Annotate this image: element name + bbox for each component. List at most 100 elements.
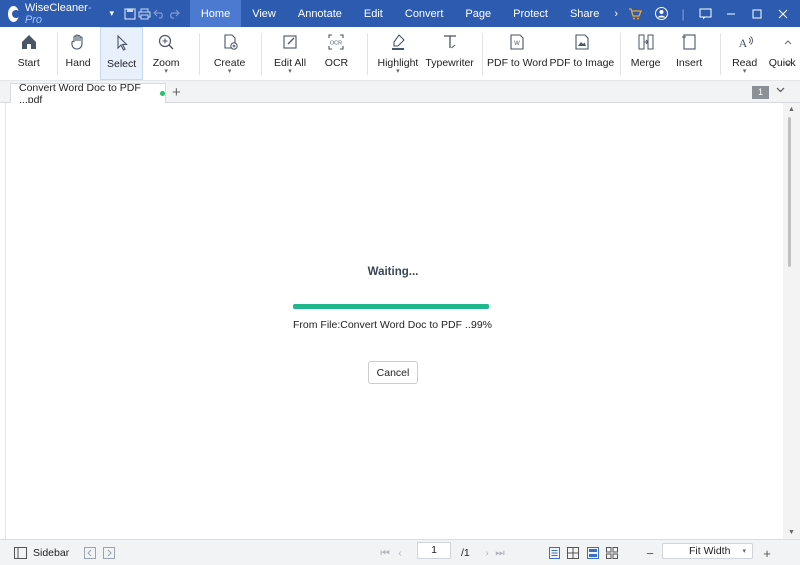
pdf-to-image-icon (571, 31, 593, 53)
next-view-icon[interactable] (102, 545, 116, 561)
sidebar-icon[interactable] (13, 545, 27, 561)
window-controls: | (622, 0, 800, 27)
minimize-icon[interactable] (718, 0, 744, 27)
start-label: Start (17, 57, 40, 69)
insert-label: Insert (676, 57, 703, 69)
ocr-button[interactable]: OCR OCR (316, 27, 358, 80)
first-page-icon[interactable]: ⏮ (379, 545, 391, 561)
read-button[interactable]: A Read ▾ (725, 27, 765, 80)
title-bar: WiseCleaner-Pro ▾ Home View Annotate Edi… (0, 0, 800, 27)
pdf-to-image-label: PDF to Image (549, 57, 615, 69)
ocr-label: OCR (324, 57, 349, 69)
ribbon-separator (261, 33, 263, 75)
maximize-icon[interactable] (744, 0, 770, 27)
highlight-dropdown-icon: ▾ (396, 68, 400, 75)
close-icon[interactable] (770, 0, 796, 27)
app-menu-dropdown[interactable]: ▾ (110, 8, 115, 19)
page-number-input[interactable]: 1 (417, 542, 451, 559)
highlight-button[interactable]: Highlight ▾ (372, 27, 423, 80)
feedback-icon[interactable] (692, 0, 718, 27)
ocr-icon: OCR (325, 31, 347, 53)
ribbon-separator (481, 33, 483, 75)
next-page-icon[interactable]: › (482, 545, 492, 561)
app-name: WiseCleaner-Pro (25, 2, 92, 26)
previous-page-icon[interactable]: ‹ (395, 545, 405, 561)
edit-icon (279, 31, 301, 53)
menu-annotate[interactable]: Annotate (287, 0, 353, 27)
progress-percent: 99% (471, 319, 493, 331)
svg-text:OCR: OCR (330, 41, 342, 47)
new-tab-button[interactable]: + (172, 84, 181, 101)
start-button[interactable]: Start (0, 27, 57, 80)
document-tab[interactable]: Convert Word Doc to PDF ...pdf (10, 82, 166, 106)
menu-page[interactable]: Page (454, 0, 502, 27)
pdf-to-word-icon: W (506, 31, 528, 53)
typewriter-button[interactable]: Typewriter (425, 27, 474, 80)
titlebar-divider: | (681, 6, 685, 21)
zoom-select-dropdown-icon: ▾ (742, 548, 746, 555)
open-tab-count-badge: 1 (752, 86, 769, 99)
cancel-button[interactable]: Cancel (368, 361, 418, 384)
menu-share[interactable]: Share (559, 0, 610, 27)
ribbon-separator (619, 33, 621, 75)
menu-more-chevron-icon[interactable]: › (610, 0, 622, 27)
create-icon (219, 31, 241, 53)
zoom-in-button[interactable]: + (761, 545, 773, 561)
progress-bar (293, 304, 491, 309)
read-icon: A (734, 31, 756, 53)
zoom-button[interactable]: Zoom ▾ (145, 27, 187, 80)
save-icon[interactable] (122, 0, 137, 27)
zoom-icon (155, 31, 177, 53)
pdf-to-word-button[interactable]: W PDF to Word (487, 27, 548, 80)
svg-text:A: A (738, 36, 747, 50)
unsaved-dot-icon (160, 91, 165, 96)
sidebar-label[interactable]: Sidebar (33, 545, 69, 561)
menu-view[interactable]: View (241, 0, 287, 27)
insert-button[interactable]: Insert (668, 27, 710, 80)
main-menu: Home View Annotate Edit Convert Page Pro… (189, 0, 622, 27)
scroll-up-icon[interactable]: ▲ (788, 106, 795, 113)
merge-label: Merge (630, 57, 661, 69)
select-button[interactable]: Select (99, 27, 144, 80)
scrollbar-thumb[interactable] (788, 117, 791, 267)
merge-button[interactable]: Merge (625, 27, 667, 80)
cart-icon[interactable] (622, 0, 648, 27)
continuous-view-icon[interactable] (586, 545, 600, 561)
hand-button[interactable]: Hand (58, 27, 98, 80)
previous-view-icon[interactable] (83, 545, 97, 561)
app-name-text: WiseCleaner (24, 1, 88, 14)
hand-icon (67, 31, 89, 53)
svg-text:W: W (514, 41, 520, 47)
read-dropdown-icon: ▾ (742, 68, 747, 75)
highlight-icon (387, 31, 409, 53)
last-page-icon[interactable]: ⏭ (494, 545, 506, 561)
scroll-down-icon[interactable]: ▼ (788, 529, 795, 536)
thumbnail-view-icon[interactable] (605, 545, 619, 561)
pdf-to-word-label: PDF to Word (486, 57, 548, 69)
print-icon[interactable] (137, 0, 152, 27)
undo-icon[interactable] (152, 0, 167, 27)
progress-bar-fill (293, 304, 490, 309)
menu-protect[interactable]: Protect (502, 0, 559, 27)
zoom-select-value: Fit Width (689, 545, 731, 557)
account-icon[interactable] (648, 0, 674, 27)
zoom-out-button[interactable]: − (644, 545, 656, 561)
tab-list-chevron-icon[interactable] (776, 85, 785, 96)
menu-home[interactable]: Home (189, 0, 242, 27)
zoom-select[interactable]: Fit Width ▾ (662, 543, 753, 559)
menu-convert[interactable]: Convert (394, 0, 455, 27)
create-button[interactable]: Create ▾ (206, 27, 253, 80)
edit-all-button[interactable]: Edit All ▾ (266, 27, 313, 80)
two-page-view-icon[interactable] (566, 545, 580, 561)
progress-file-label: From File:Convert Word Doc to PDF ... (293, 319, 474, 331)
hand-label: Hand (65, 57, 91, 69)
vertical-scrollbar[interactable]: ▲ ▼ (783, 103, 800, 539)
ribbon-scroll[interactable] (782, 35, 794, 71)
menu-edit[interactable]: Edit (353, 0, 394, 27)
home-icon (18, 31, 40, 53)
insert-icon (678, 31, 700, 53)
single-page-view-icon[interactable] (547, 545, 561, 561)
zoom-dropdown-icon: ▾ (164, 68, 168, 75)
pdf-to-image-button[interactable]: PDF to Image (549, 27, 615, 80)
redo-icon[interactable] (167, 0, 182, 27)
